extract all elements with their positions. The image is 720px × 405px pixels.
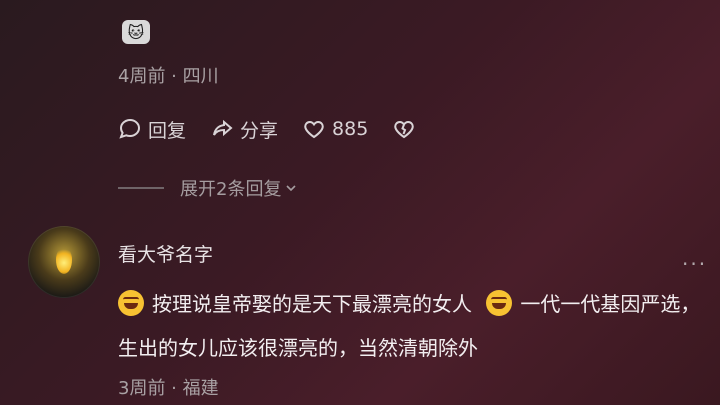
- avatar[interactable]: [28, 226, 100, 298]
- expand-replies-button[interactable]: 展开2条回复: [118, 175, 299, 201]
- comment-text-part1: 按理说皇帝娶的是天下最漂亮的女人: [152, 292, 472, 316]
- reply-label: 回复: [148, 119, 187, 142]
- expand-replies-label: 展开2条回复: [180, 179, 282, 200]
- chevron-down-icon: [286, 185, 297, 192]
- like-button[interactable]: 885: [302, 117, 368, 141]
- truncated-comment-text: [118, 0, 638, 16]
- heart-icon: [304, 120, 324, 139]
- comment-meta: 4周前 · 四川: [118, 66, 219, 87]
- comment-username[interactable]: 看大爷名字: [118, 240, 213, 267]
- share-button[interactable]: 分享: [210, 116, 278, 143]
- comment-text: 按理说皇帝娶的是天下最漂亮的女人 一代一代基因严选，生出的女儿应该很漂亮的，当然…: [118, 282, 708, 370]
- laughing-crying-emoji-icon: [118, 290, 144, 316]
- divider: [118, 187, 164, 189]
- avatar-flame: [56, 246, 72, 274]
- share-label: 分享: [240, 119, 279, 142]
- comment-actions: 回复 分享 885: [118, 114, 416, 144]
- comment-bubble-icon: [119, 118, 141, 139]
- comment-meta-bottom: 3周前 · 福建: [118, 378, 219, 399]
- cat-emoji-icon: 🐱: [122, 20, 150, 44]
- like-count: 885: [332, 118, 369, 140]
- reply-button[interactable]: 回复: [118, 116, 186, 143]
- dislike-button[interactable]: [392, 117, 416, 141]
- broken-heart-icon: [394, 120, 415, 139]
- more-options-button[interactable]: ···: [682, 252, 707, 276]
- laughing-crying-emoji-icon: [486, 290, 513, 316]
- share-arrow-icon: [213, 119, 233, 137]
